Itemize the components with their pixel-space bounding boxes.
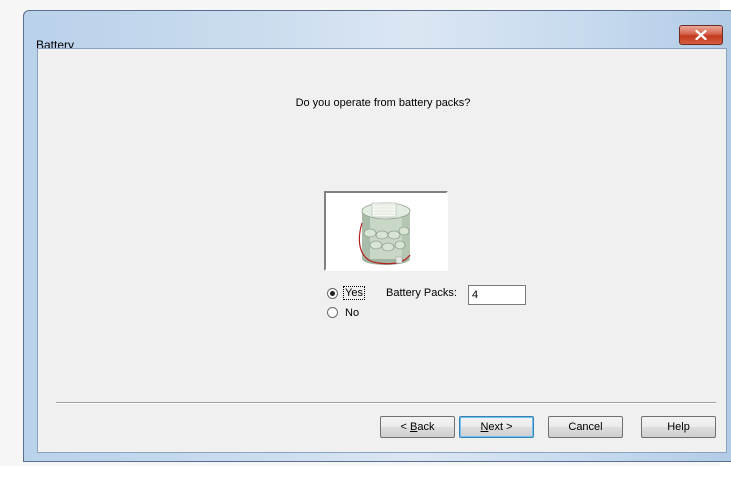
no-radio[interactable] [327, 307, 338, 318]
cancel-button[interactable]: Cancel [548, 416, 623, 438]
back-button[interactable]: < Back [380, 416, 455, 438]
next-button[interactable]: Next > [459, 416, 534, 438]
background-bottom [0, 466, 731, 482]
dialog-content: Do you operate from battery packs? Yes N… [37, 48, 727, 453]
battery-packs-label: Battery Packs: [386, 287, 457, 299]
back-rest: ack [417, 421, 435, 433]
next-rest: ext > [488, 421, 513, 433]
yes-label-text: Yes [343, 286, 365, 300]
close-button[interactable] [679, 25, 723, 45]
separator [56, 402, 716, 404]
battery-packs-input[interactable] [468, 285, 526, 305]
close-icon [695, 30, 707, 40]
battery-pack-image-frame [324, 191, 448, 271]
battery-pack-image [358, 202, 411, 265]
title-bar[interactable] [24, 11, 731, 39]
back-prefix: < [400, 421, 410, 433]
yes-radio-label[interactable]: Yes [343, 286, 365, 300]
help-button[interactable]: Help [641, 416, 716, 438]
yes-radio[interactable] [327, 288, 338, 299]
question-text: Do you operate from battery packs? [295, 97, 471, 109]
no-radio-label[interactable]: No [345, 307, 359, 319]
